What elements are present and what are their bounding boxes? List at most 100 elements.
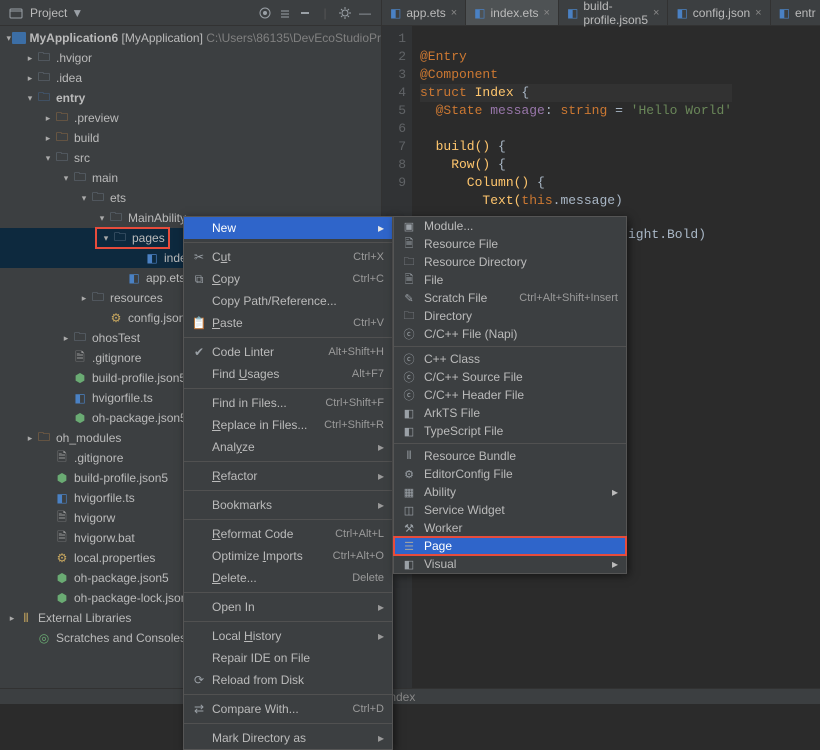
props-icon: ⚙ — [54, 551, 70, 565]
submenu-item-visual[interactable]: ◧Visual▸ — [394, 555, 626, 573]
submenu-item-resource-file[interactable]: 🗎Resource File — [394, 235, 626, 253]
menu-item[interactable]: Reformat CodeCtrl+Alt+L — [184, 523, 392, 545]
submenu-item-c-class[interactable]: ⓒC++ Class — [394, 350, 626, 368]
submenu-item-resource-directory[interactable]: 🗀Resource Directory — [394, 253, 626, 271]
tree-item[interactable]: ▸🗀.preview — [0, 108, 381, 128]
code-token: @Component — [420, 67, 498, 82]
menu-item[interactable]: ⧉CopyCtrl+C — [184, 268, 392, 290]
menu-item[interactable]: ✂CutCtrl+X — [184, 246, 392, 268]
scratches-icon: ◎ — [36, 631, 52, 645]
tab-label: entr — [795, 6, 816, 20]
menu-label: Mark Directory as — [212, 731, 372, 745]
menu-item[interactable]: Delete...Delete — [184, 567, 392, 589]
submenu-item-arkts-file[interactable]: ◧ArkTS File — [394, 404, 626, 422]
select-opened-icon[interactable] — [255, 3, 275, 23]
close-icon[interactable]: × — [755, 7, 761, 19]
menu-item[interactable]: Optimize ImportsCtrl+Alt+O — [184, 545, 392, 567]
compare-icon: ⇄ — [192, 702, 206, 716]
tree-label: build-profile.json5 — [92, 371, 186, 385]
tree-label: main — [92, 171, 118, 185]
tree-label: app.ets — [146, 271, 185, 285]
submenu-item-c-c-source-file[interactable]: ⓒC/C++ Source File — [394, 368, 626, 386]
submenu-item-service-widget[interactable]: ◫ Service Widget — [394, 501, 626, 519]
menu-item[interactable]: Open In▸ — [184, 596, 392, 618]
menu-item[interactable]: ✔Code LinterAlt+Shift+H — [184, 341, 392, 363]
submenu-item-c-c-header-file[interactable]: ⓒC/C++ Header File — [394, 386, 626, 404]
tree-label: config.json — [128, 311, 185, 325]
folder-icon: 🗀 — [402, 253, 416, 272]
menu-item[interactable]: Refactor▸ — [184, 465, 392, 487]
line-number: 3 — [382, 66, 406, 84]
editor-tab[interactable]: ◧app.ets× — [382, 0, 466, 25]
tree-item[interactable]: ▾🗀src — [0, 148, 381, 168]
menu-item[interactable]: New▸ — [184, 217, 392, 239]
submenu-item-directory[interactable]: 🗀Directory — [394, 307, 626, 325]
submenu-item-ability[interactable]: ▦Ability▸ — [394, 483, 626, 501]
tree-label: oh-package.json5 — [74, 571, 169, 585]
expand-all-icon[interactable] — [275, 3, 295, 23]
submenu-item-scratch-file[interactable]: ✎Scratch FileCtrl+Alt+Shift+Insert — [394, 289, 626, 307]
submenu-item-file[interactable]: 🗎File — [394, 271, 626, 289]
settings-icon[interactable] — [335, 3, 355, 23]
tree-item[interactable]: ▸🗀.hvigor — [0, 48, 381, 68]
tree-label: .hvigor — [56, 51, 92, 65]
shortcut: Alt+F7 — [352, 368, 384, 380]
shortcut: Ctrl+D — [353, 703, 384, 715]
close-icon[interactable]: × — [544, 7, 550, 19]
dropdown-icon[interactable]: ▼ — [71, 6, 83, 20]
menu-item[interactable]: Replace in Files...Ctrl+Shift+R — [184, 414, 392, 436]
tree-root[interactable]: ▾ MyApplication6 [MyApplication] C:\User… — [0, 28, 381, 48]
menu-label: Local History — [212, 629, 372, 643]
submenu-item-typescript-file[interactable]: ◧TypeScript File — [394, 422, 626, 440]
menu-item[interactable]: Bookmarks▸ — [184, 494, 392, 516]
menu-item[interactable]: ⟳Reload from Disk — [184, 669, 392, 691]
submenu-item-module-[interactable]: ▣Module... — [394, 217, 626, 235]
code-token: { — [537, 175, 545, 190]
code-token: Row() — [420, 157, 498, 172]
close-icon[interactable]: × — [653, 7, 659, 19]
submenu-item-worker[interactable]: ⚒Worker — [394, 519, 626, 537]
submenu-item-editorconfig-file[interactable]: ⚙EditorConfig File — [394, 465, 626, 483]
close-icon[interactable]: × — [451, 7, 457, 19]
line-number: 5 — [382, 102, 406, 120]
submenu-item-page[interactable]: ☰Page — [394, 537, 626, 555]
tree-item[interactable]: ▾🗀main — [0, 168, 381, 188]
tree-item[interactable]: ▾🗀entry — [0, 88, 381, 108]
submenu-label: Service Widget — [424, 503, 618, 517]
menu-item[interactable]: Find UsagesAlt+F7 — [184, 363, 392, 385]
menu-item[interactable]: Repair IDE on File — [184, 647, 392, 669]
cpp-icon: ⓒ — [402, 387, 416, 403]
hide-icon[interactable]: — — [355, 3, 375, 23]
submenu-item-resource-bundle[interactable]: ⫴Resource Bundle — [394, 447, 626, 465]
ets-icon: ◧ — [402, 407, 416, 420]
editor-tab[interactable]: ◧entr× — [771, 0, 820, 25]
widget-icon: ◫ — [402, 504, 416, 517]
tree-label: MainAbility — [128, 211, 186, 225]
editor-tab[interactable]: ◧config.json× — [668, 0, 770, 25]
tree-item[interactable]: ▾🗀ets — [0, 188, 381, 208]
menu-item[interactable]: Analyze▸ — [184, 436, 392, 458]
submenu-item-c-c-file-napi-[interactable]: ⓒC/C++ File (Napi) — [394, 325, 626, 343]
tree-project-path: C:\Users\86135\DevEcoStudioPr — [206, 31, 381, 45]
menu-item[interactable]: Local History▸ — [184, 625, 392, 647]
menu-item[interactable]: Find in Files...Ctrl+Shift+F — [184, 392, 392, 414]
tree-item[interactable]: ▸🗀build — [0, 128, 381, 148]
editor-tab[interactable]: ◧build-profile.json5× — [559, 0, 668, 25]
code-token: : — [545, 103, 561, 118]
code-token: { — [498, 157, 506, 172]
menu-label: Reload from Disk — [212, 673, 384, 687]
submenu-arrow-icon: ▸ — [378, 600, 384, 614]
submenu-arrow-icon: ▸ — [378, 731, 384, 745]
menu-item[interactable]: Mark Directory as ▸ — [184, 727, 392, 749]
editor-tab[interactable]: ◧index.ets× — [466, 0, 559, 25]
collapse-all-icon[interactable] — [295, 3, 315, 23]
sidebar-title[interactable]: Project — [30, 6, 67, 20]
submenu-label: Ability — [424, 485, 604, 499]
menu-item[interactable]: 📋PasteCtrl+V — [184, 312, 392, 334]
tree-item[interactable]: ▸🗀.idea — [0, 68, 381, 88]
menu-item[interactable]: ⇄Compare With...Ctrl+D — [184, 698, 392, 720]
menu-item[interactable]: Copy Path/Reference... — [184, 290, 392, 312]
code-token: string — [560, 103, 607, 118]
worker-icon: ⚒ — [402, 522, 416, 535]
context-menu: New▸ ✂CutCtrl+X⧉CopyCtrl+CCopy Path/Refer… — [183, 216, 393, 750]
